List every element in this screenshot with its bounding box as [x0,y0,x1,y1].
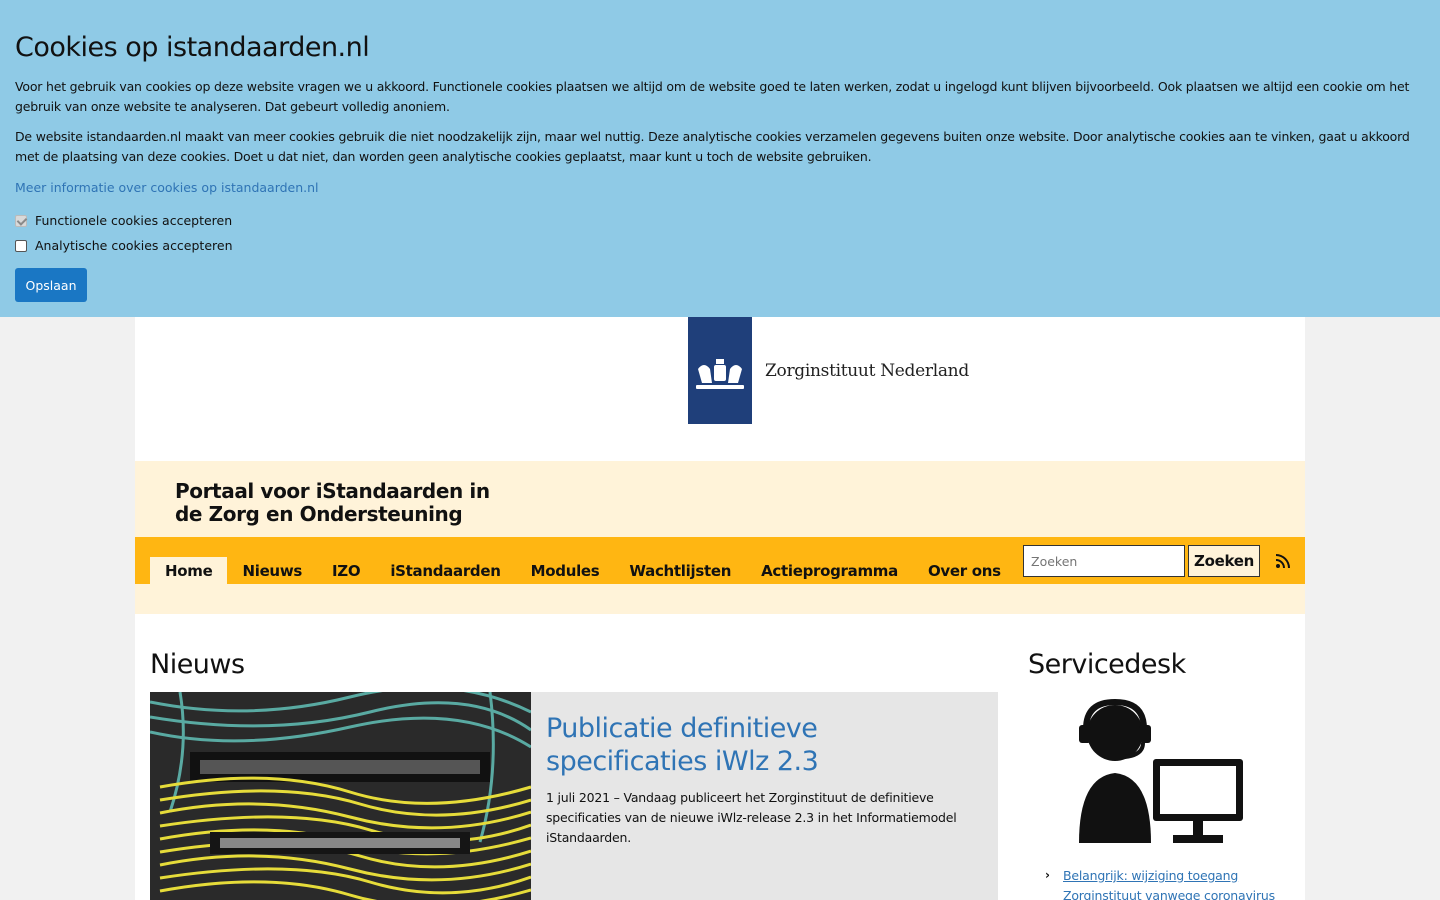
cookie-banner: Cookies op istandaarden.nl Voor het gebr… [0,0,1440,317]
nav-item-actieprogramma[interactable]: Actieprogramma [746,557,913,584]
analytic-cookies-row: Analytische cookies accepteren [15,233,1425,258]
coat-of-arms-icon [696,359,744,389]
save-button[interactable]: Opslaan [15,268,87,302]
analytic-cookies-label: Analytische cookies accepteren [35,238,233,253]
cookie-more-info-link[interactable]: Meer informatie over cookies op istandaa… [15,178,319,198]
news-image[interactable] [150,692,531,900]
logo-emblem[interactable] [688,317,752,424]
analytic-cookies-checkbox[interactable] [15,239,27,252]
news-heading: Nieuws [150,649,245,680]
nav-item-wachtlijsten[interactable]: Wachtlijsten [614,557,746,584]
nav-item-home[interactable]: Home [150,557,228,584]
news-title-link[interactable]: Publicatie definitieve specificaties iWl… [546,712,986,778]
nav-item-nieuws[interactable]: Nieuws [227,557,317,584]
news-card[interactable]: Publicatie definitieve specificaties iWl… [150,692,998,900]
network-cables-image [150,692,531,900]
servicedesk-link-row: › Belangrijk: wijziging toegang Zorginst… [1045,866,1283,900]
servicedesk-icon [1079,699,1243,843]
org-name: Zorginstituut Nederland [765,361,969,381]
main-nav: Home Nieuws IZO iStandaarden Modules Wac… [135,537,1305,584]
nav-item-modules[interactable]: Modules [516,557,615,584]
cookie-paragraph-1: Voor het gebruik van cookies op deze web… [15,79,1410,114]
cookie-title: Cookies op istandaarden.nl [15,32,370,63]
rss-icon[interactable] [1276,554,1290,568]
nav-items: Home Nieuws IZO iStandaarden Modules Wac… [150,557,1087,584]
nav-item-istandaarden[interactable]: iStandaarden [375,557,515,584]
page-container: Zorginstituut Nederland Portaal voor iSt… [135,317,1305,900]
search-input[interactable] [1023,545,1185,577]
logo-area: Zorginstituut Nederland [135,317,1305,461]
functional-cookies-row: Functionele cookies accepteren [15,208,1425,233]
functional-cookies-label: Functionele cookies accepteren [35,213,233,228]
chevron-right-icon: › [1045,868,1050,882]
nav-item-over-ons[interactable]: Over ons [913,557,1016,584]
portal-band: Portaal voor iStandaarden in de Zorg en … [135,461,1305,537]
servicedesk-heading: Servicedesk [1028,649,1186,680]
cookie-paragraph-2: De website istandaarden.nl maakt van mee… [15,129,1410,164]
nav-underband [135,584,1305,614]
portal-title: Portaal voor iStandaarden in de Zorg en … [175,479,490,526]
news-summary: 1 juli 2021 – Vandaag publiceert het Zor… [546,790,957,845]
servicedesk-link[interactable]: Belangrijk: wijziging toegang Zorginstit… [1063,866,1283,900]
search-button[interactable]: Zoeken [1188,545,1260,577]
functional-cookies-checkbox[interactable] [15,214,27,227]
nav-item-izo[interactable]: IZO [317,557,375,584]
